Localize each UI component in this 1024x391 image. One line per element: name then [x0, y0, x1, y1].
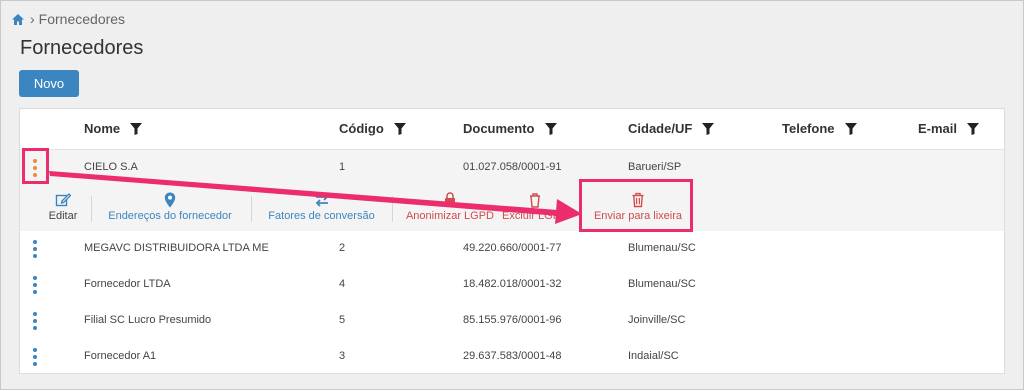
- app-frame: › Fornecedores Fornecedores Novo Nome Có…: [0, 0, 1024, 390]
- annotation-arrow: [49, 171, 582, 224]
